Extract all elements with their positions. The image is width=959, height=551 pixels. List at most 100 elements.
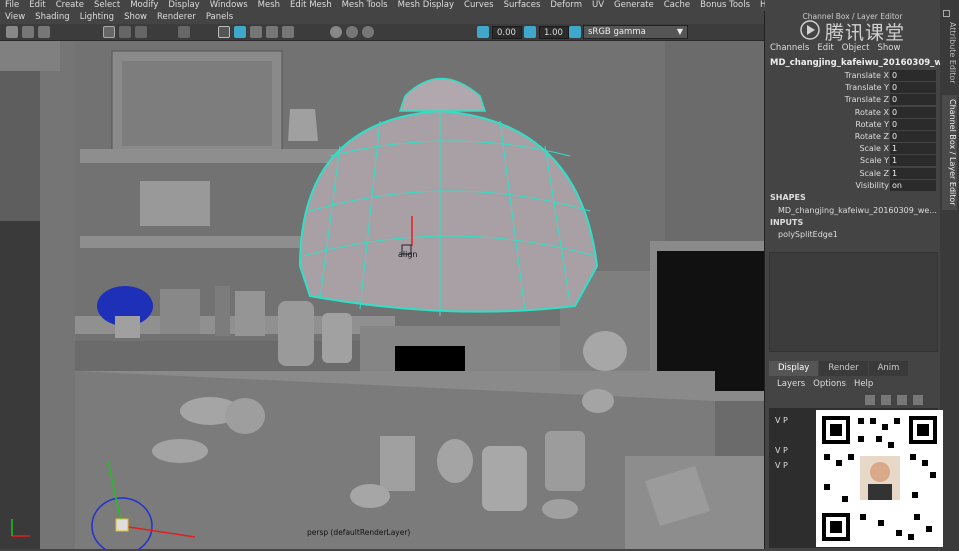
color-space-label: sRGB gamma	[588, 27, 646, 37]
layer-visibility-toggle[interactable]: V P	[775, 416, 788, 425]
color-space-dropdown[interactable]: sRGB gamma ▼	[583, 25, 688, 39]
menu-bonus-tools[interactable]: Bonus Tools	[695, 0, 755, 11]
menu-mesh-display[interactable]: Mesh Display	[393, 0, 459, 11]
menu-create[interactable]: Create	[51, 0, 89, 11]
shadows-icon[interactable]	[282, 26, 294, 38]
grid-icon[interactable]	[103, 26, 115, 38]
viewport-menu-lighting[interactable]: Lighting	[75, 11, 119, 24]
viewport-menu-panels[interactable]: Panels	[201, 11, 238, 24]
attribute-row: Rotate X0	[765, 106, 940, 119]
layer-visibility-toggle[interactable]: V P	[775, 446, 788, 455]
new-layer-selected-icon[interactable]	[913, 395, 923, 405]
exposure-field[interactable]: 0.00	[492, 26, 522, 39]
attribute-value[interactable]: 0	[890, 82, 936, 94]
tab-channel-box[interactable]: Channel Box / Layer Editor	[942, 95, 957, 210]
bookmark-icon[interactable]	[22, 26, 34, 38]
attribute-row: Scale Y1	[765, 155, 940, 167]
attribute-value[interactable]: 1	[890, 155, 936, 167]
camera-icon[interactable]	[6, 26, 18, 38]
menu-display[interactable]: Display	[163, 0, 204, 11]
menu-file[interactable]: File	[0, 0, 24, 11]
attribute-label[interactable]: Visibility	[855, 180, 889, 192]
menu-mesh-tools[interactable]: Mesh Tools	[337, 0, 393, 11]
float-icon[interactable]	[943, 10, 950, 17]
viewport-menu-show[interactable]: Show	[119, 11, 152, 24]
tab-attribute-editor[interactable]: Attribute Editor	[942, 18, 957, 88]
tab-anim[interactable]: Anim	[868, 361, 909, 376]
viewport-menu-renderer[interactable]: Renderer	[152, 11, 201, 24]
menu-uv[interactable]: UV	[587, 0, 609, 11]
perspective-viewport[interactable]: View Shading Lighting Show Renderer Panels 0.…	[0, 11, 765, 549]
tab-display[interactable]: Display	[769, 361, 819, 376]
channel-menu-channels[interactable]: Channels	[770, 43, 809, 53]
layer-menu-options[interactable]: Options	[813, 379, 846, 389]
color-management-icon[interactable]	[569, 26, 581, 38]
layer-editor-tabs: Display Render Anim	[769, 361, 909, 376]
film-gate-icon[interactable]	[119, 26, 131, 38]
move-layer-down-icon[interactable]	[881, 395, 891, 405]
inputs-header: INPUTS	[770, 218, 804, 227]
viewport-menubar: View Shading Lighting Show Renderer Panels	[0, 11, 764, 24]
exposure-icon[interactable]	[477, 26, 489, 38]
attribute-label[interactable]: Rotate Y	[855, 119, 889, 131]
qr-code	[816, 410, 943, 547]
new-layer-icon[interactable]	[897, 395, 907, 405]
menu-edit-mesh[interactable]: Edit Mesh	[285, 0, 337, 11]
attribute-label[interactable]: Translate X	[845, 70, 889, 82]
object-name[interactable]: MD_changjing_kafeiwu_20160309_wenj...	[770, 58, 959, 68]
attribute-value[interactable]: 0	[890, 94, 936, 106]
layer-menu-layers[interactable]: Layers	[777, 379, 805, 389]
attribute-value[interactable]: 0	[890, 118, 936, 130]
shape-name[interactable]: MD_changjing_kafeiwu_20160309_we...	[778, 206, 937, 215]
attribute-label[interactable]: Scale Z	[859, 168, 889, 180]
smooth-shade-icon[interactable]	[234, 26, 246, 38]
gamma-icon[interactable]	[524, 26, 536, 38]
gamma-field[interactable]: 1.00	[539, 26, 569, 39]
attribute-value[interactable]: 1	[890, 167, 936, 179]
menu-cache[interactable]: Cache	[659, 0, 695, 11]
attribute-value[interactable]: 1	[890, 143, 936, 155]
ao-icon[interactable]	[362, 26, 374, 38]
safe-action-icon[interactable]	[178, 26, 190, 38]
lighting-icon[interactable]	[266, 26, 278, 38]
menu-mesh[interactable]: Mesh	[253, 0, 285, 11]
attribute-value[interactable]: 0	[890, 131, 936, 142]
image-plane-icon[interactable]	[38, 26, 50, 38]
menu-curves[interactable]: Curves	[459, 0, 499, 11]
attribute-label[interactable]: Scale Y	[860, 155, 889, 167]
layer-visibility-toggle[interactable]: V P	[775, 461, 788, 470]
menu-deform[interactable]: Deform	[545, 0, 587, 11]
isolate-icon[interactable]	[346, 26, 358, 38]
attribute-value[interactable]: 0	[890, 106, 936, 118]
menu-edit[interactable]: Edit	[24, 0, 50, 11]
wireframe-icon[interactable]	[218, 26, 230, 38]
attribute-row: Translate X0	[765, 70, 940, 82]
input-name[interactable]: polySplitEdge1	[778, 230, 838, 239]
menu-generate[interactable]: Generate	[609, 0, 659, 11]
menu-select[interactable]: Select	[89, 0, 125, 11]
main-menubar: File Edit Create Select Modify Display Windows…	[0, 0, 779, 11]
resolution-gate-icon[interactable]	[135, 26, 147, 38]
textured-icon[interactable]	[250, 26, 262, 38]
layer-menu: Layers Options Help	[777, 379, 873, 389]
xray-icon[interactable]	[330, 26, 342, 38]
attribute-label[interactable]: Translate Y	[845, 82, 889, 94]
play-logo-icon	[800, 20, 820, 40]
menu-windows[interactable]: Windows	[205, 0, 253, 11]
attribute-label[interactable]: Rotate X	[855, 107, 889, 119]
viewport-menu-view[interactable]: View	[0, 11, 30, 24]
attribute-label[interactable]: Scale X	[859, 143, 889, 155]
attribute-label[interactable]: Translate Z	[845, 94, 889, 106]
layer-menu-help[interactable]: Help	[854, 379, 873, 389]
attribute-value[interactable]: 0	[890, 70, 936, 81]
camera-label: persp (defaultRenderLayer)	[307, 528, 411, 537]
attribute-row: Translate Y0	[765, 82, 940, 94]
menu-modify[interactable]: Modify	[125, 0, 163, 11]
tab-render[interactable]: Render	[819, 361, 868, 376]
move-layer-up-icon[interactable]	[865, 395, 875, 405]
attribute-value[interactable]: on	[890, 179, 936, 191]
attribute-row: Translate Z0	[765, 94, 940, 106]
menu-surfaces[interactable]: Surfaces	[499, 0, 546, 11]
attribute-label[interactable]: Rotate Z	[855, 131, 889, 143]
viewport-menu-shading[interactable]: Shading	[30, 11, 75, 24]
